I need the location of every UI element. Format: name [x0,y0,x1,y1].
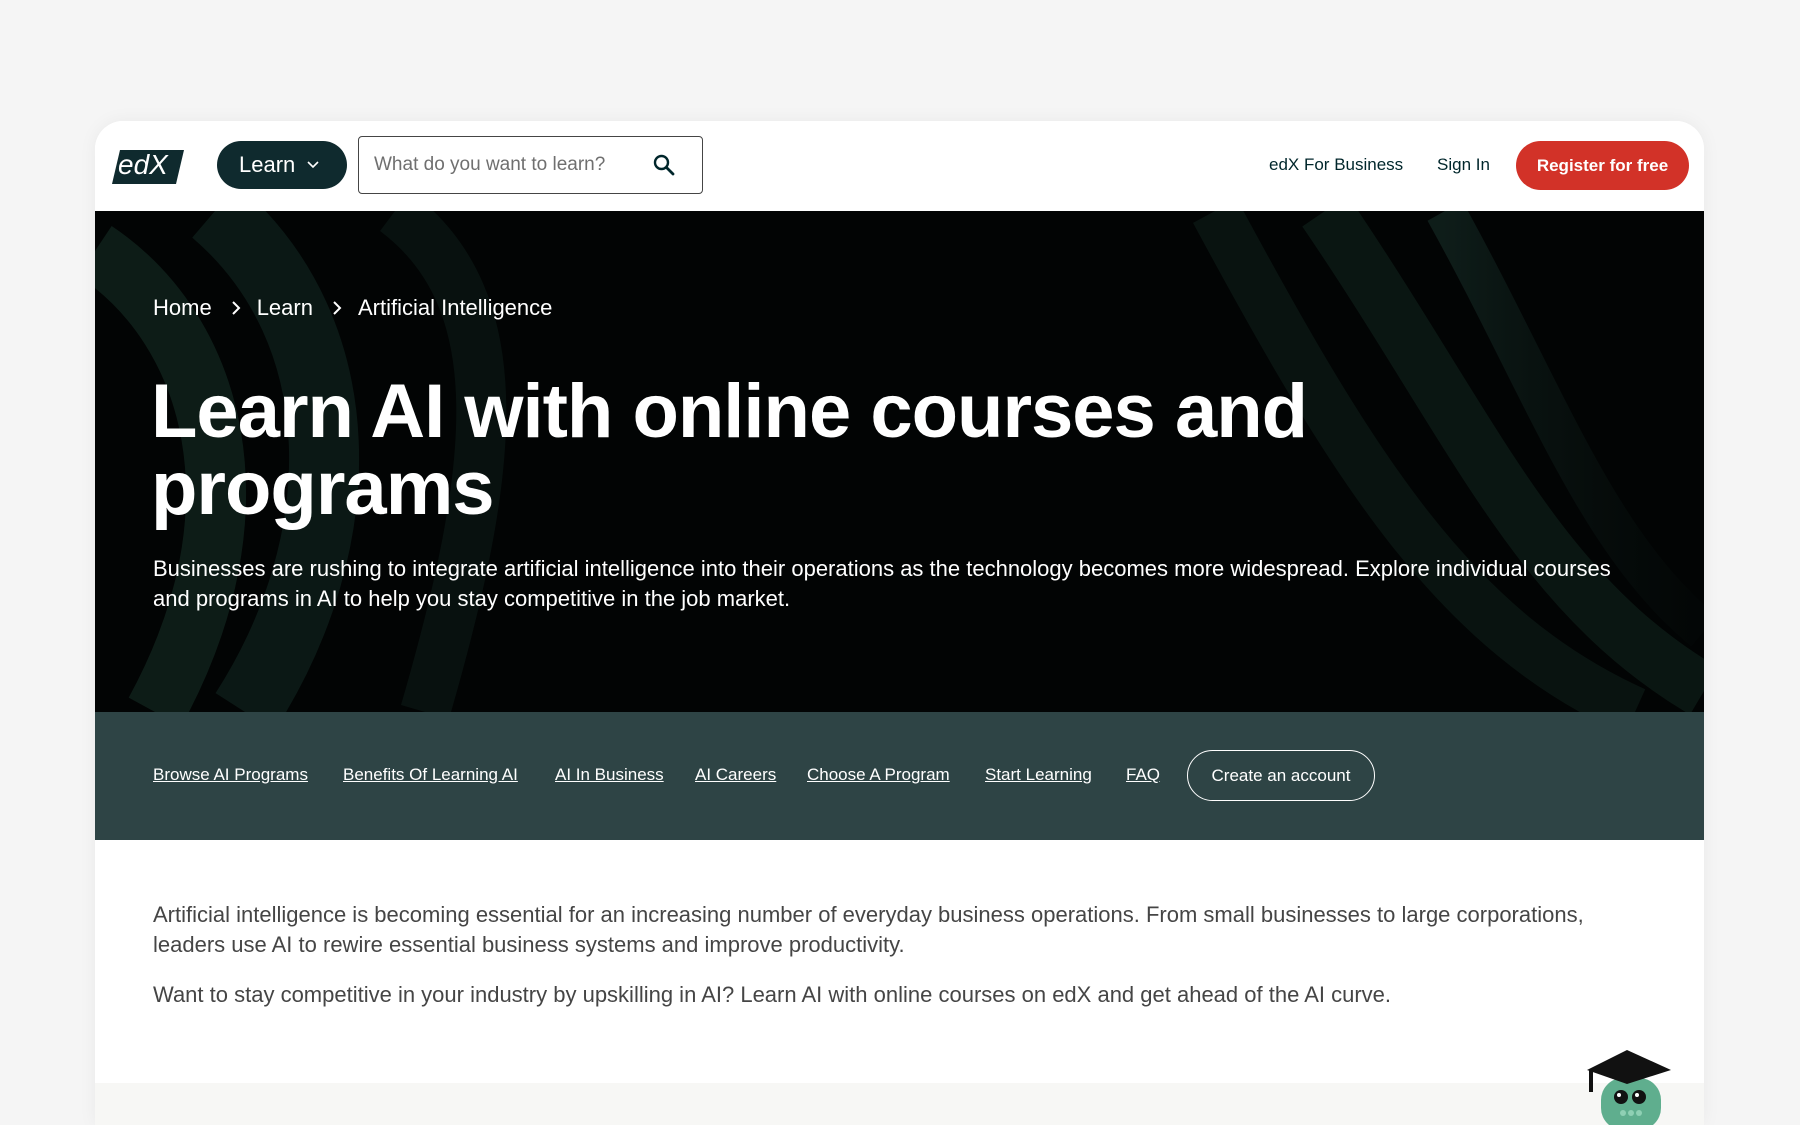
edx-logo[interactable]: edX [112,146,184,188]
breadcrumb-current: Artificial Intelligence [357,295,553,320]
breadcrumb: Home Learn Artificial Intelligence [153,295,552,321]
learn-menu-label: Learn [239,152,296,177]
register-button[interactable]: Register for free [1516,141,1689,190]
hero-description: Businesses are rushing to integrate arti… [153,556,1611,611]
section-nav: Browse AI Programs Benefits Of Learning … [95,712,1704,840]
edx-for-business-link[interactable]: edX For Business [1269,155,1403,175]
breadcrumb-learn[interactable]: Learn [257,295,313,321]
section-link-choose-program[interactable]: Choose A Program [807,765,950,785]
next-section-band [95,1083,1704,1125]
logo-text: edX [118,149,169,180]
section-link-ai-in-business[interactable]: AI In Business [555,765,664,785]
search-input[interactable] [374,154,634,176]
section-link-ai-careers[interactable]: AI Careers [695,765,776,785]
section-link-benefits[interactable]: Benefits Of Learning AI [343,765,518,785]
intro-paragraph: Want to stay competitive in your industr… [153,982,1392,1007]
chevron-right-icon [231,301,241,315]
page-title: Learn AI with online courses and program… [151,369,1308,531]
browser-page: edX Learn edX For Business Sign In Regis… [95,121,1704,1125]
sign-in-link[interactable]: Sign In [1437,155,1490,175]
breadcrumb-home[interactable]: Home [153,295,212,321]
section-link-faq[interactable]: FAQ [1126,765,1160,785]
learn-menu-button[interactable]: Learn [217,141,347,189]
section-link-start-learning[interactable]: Start Learning [985,765,1092,785]
chevron-right-icon [333,301,342,315]
site-header: edX Learn edX For Business Sign In Regis… [95,121,1704,211]
create-account-button[interactable]: Create an account [1187,750,1375,801]
section-link-browse-ai-programs[interactable]: Browse AI Programs [153,765,308,785]
chat-assistant-mascot-icon[interactable] [1587,1050,1671,1125]
search-box [358,136,703,194]
chevron-down-icon [307,161,319,169]
intro-section: Artificial intelligence is becoming esse… [153,900,1623,1010]
intro-paragraph: Artificial intelligence is becoming esse… [153,902,1584,957]
hero-banner: Home Learn Artificial Intelligence Learn… [95,211,1704,712]
search-icon[interactable] [652,153,676,177]
